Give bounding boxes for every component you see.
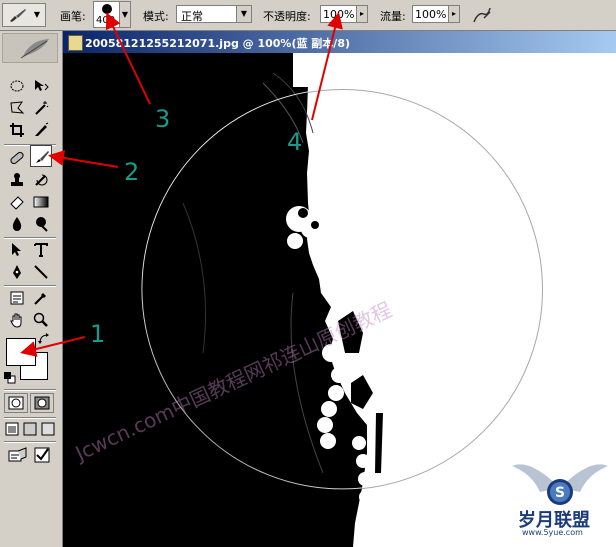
foreground-color-swatch[interactable] xyxy=(6,338,36,366)
blur-tool[interactable] xyxy=(6,213,28,235)
brush-tool-icon xyxy=(7,7,29,23)
line-tool[interactable] xyxy=(30,261,52,283)
magic-wand-tool[interactable] xyxy=(30,97,52,119)
dodge-icon xyxy=(36,217,48,232)
eyedropper-icon xyxy=(34,293,46,305)
bandage-icon xyxy=(10,151,24,165)
flow-value: 100% xyxy=(415,8,447,21)
window-icon xyxy=(41,422,55,436)
opacity-value: 100% xyxy=(323,8,355,21)
move-tool[interactable] xyxy=(30,75,52,97)
logo-url: www.5yue.com xyxy=(522,528,583,537)
chevron-down-icon: ▼ xyxy=(119,2,130,27)
type-tool[interactable] xyxy=(30,239,52,261)
clone-stamp-tool[interactable] xyxy=(6,169,28,191)
slice-tool[interactable] xyxy=(30,119,52,141)
mode-value: 正常 xyxy=(181,10,203,23)
chevron-right-icon: ▸ xyxy=(356,6,367,22)
drop-icon xyxy=(12,217,22,231)
lasso-tool[interactable] xyxy=(6,97,28,119)
brush-tip-icon xyxy=(102,4,112,14)
callout-number-1: 1 xyxy=(90,320,106,348)
airbrush-icon[interactable] xyxy=(470,4,494,26)
window-icon xyxy=(5,422,19,436)
file-icon xyxy=(68,35,83,51)
callout-number-2: 2 xyxy=(124,158,140,186)
chevron-down-icon: ▼ xyxy=(236,6,251,22)
line-icon xyxy=(34,265,48,279)
marquee-tool[interactable] xyxy=(6,75,28,97)
toolbox xyxy=(0,31,63,547)
type-icon xyxy=(34,243,48,257)
history-brush-tool[interactable] xyxy=(30,169,52,191)
checkmark-icon xyxy=(34,447,50,463)
toolbox-header[interactable] xyxy=(2,33,58,63)
brush-picker[interactable]: 400 ▼ xyxy=(93,1,131,28)
toolbox-divider xyxy=(4,417,56,419)
standard-mode-icon xyxy=(8,396,24,410)
chevron-right-icon: ▸ xyxy=(448,6,459,22)
default-colors-icon[interactable] xyxy=(4,372,16,384)
notes-tool[interactable] xyxy=(6,287,28,309)
eraser-tool[interactable] xyxy=(6,191,28,213)
healing-brush-tool[interactable] xyxy=(6,147,28,169)
gradient-icon xyxy=(33,196,49,208)
brush-tool[interactable] xyxy=(30,145,52,167)
move-icon xyxy=(35,80,49,91)
pen-tool[interactable] xyxy=(6,261,28,283)
brush-size: 400 xyxy=(96,15,116,26)
screen-mode-full[interactable] xyxy=(40,421,56,437)
opacity-field[interactable]: 100% ▸ xyxy=(320,5,368,23)
site-logo: S 岁月联盟 www.5yue.com xyxy=(510,448,610,540)
pen-icon xyxy=(13,265,21,279)
gradient-tool[interactable] xyxy=(30,191,52,213)
history-brush-icon xyxy=(35,174,48,186)
tool-preset-picker[interactable]: ▼ xyxy=(2,3,46,27)
quick-mask-icon xyxy=(34,396,50,410)
brush-icon xyxy=(36,151,49,163)
quick-mask-button[interactable] xyxy=(30,393,54,413)
slice-icon xyxy=(35,122,49,136)
eraser-icon xyxy=(10,196,24,210)
crop-icon xyxy=(10,123,24,137)
opacity-label: 不透明度: xyxy=(263,10,311,23)
chevron-down-icon: ▼ xyxy=(33,10,41,19)
dodge-tool[interactable] xyxy=(30,213,52,235)
callout-number-4: 4 xyxy=(287,128,303,156)
feather-icon xyxy=(20,39,49,59)
hand-icon xyxy=(10,313,22,328)
screen-mode-standard[interactable] xyxy=(4,421,20,437)
zoom-tool[interactable] xyxy=(30,309,52,331)
brush-label: 画笔: xyxy=(60,10,86,23)
flow-label: 流量: xyxy=(380,10,406,23)
swap-colors-icon[interactable] xyxy=(38,333,50,345)
document-title: 20058121255212071.jpg @ 100%(蓝 副本/8) xyxy=(85,37,351,50)
imageready-icon xyxy=(8,447,27,462)
window-icon xyxy=(23,422,37,436)
magnifier-icon xyxy=(33,312,48,327)
hand-tool[interactable] xyxy=(6,309,28,331)
magic-wand-icon xyxy=(35,101,49,115)
document-title-bar[interactable]: 20058121255212071.jpg @ 100%(蓝 副本/8) xyxy=(63,31,616,53)
mode-label: 模式: xyxy=(143,10,169,23)
jump-to-imageready-button[interactable] xyxy=(6,445,32,465)
standard-mode-button[interactable] xyxy=(4,393,28,413)
callout-number-3: 3 xyxy=(155,105,171,133)
toolbox-divider xyxy=(4,441,56,443)
options-bar: ▼ 画笔: 400 ▼ 模式: 正常 ▼ 不透明度: 100% ▸ 流量: 10… xyxy=(0,0,616,31)
screen-mode-full-menu[interactable] xyxy=(22,421,38,437)
toolbox-divider xyxy=(4,389,56,391)
flow-field[interactable]: 100% ▸ xyxy=(412,5,460,23)
crop-tool[interactable] xyxy=(6,119,28,141)
arrow-select-icon xyxy=(12,243,21,256)
path-selection-tool[interactable] xyxy=(6,239,28,261)
svg-text:S: S xyxy=(555,485,565,501)
ellipse-marquee-icon xyxy=(10,80,24,92)
note-icon xyxy=(10,291,24,305)
eyedropper-tool[interactable] xyxy=(30,287,52,309)
stamp-icon xyxy=(11,173,23,186)
polygon-lasso-icon xyxy=(10,101,25,114)
mode-select[interactable]: 正常 ▼ xyxy=(176,5,252,23)
